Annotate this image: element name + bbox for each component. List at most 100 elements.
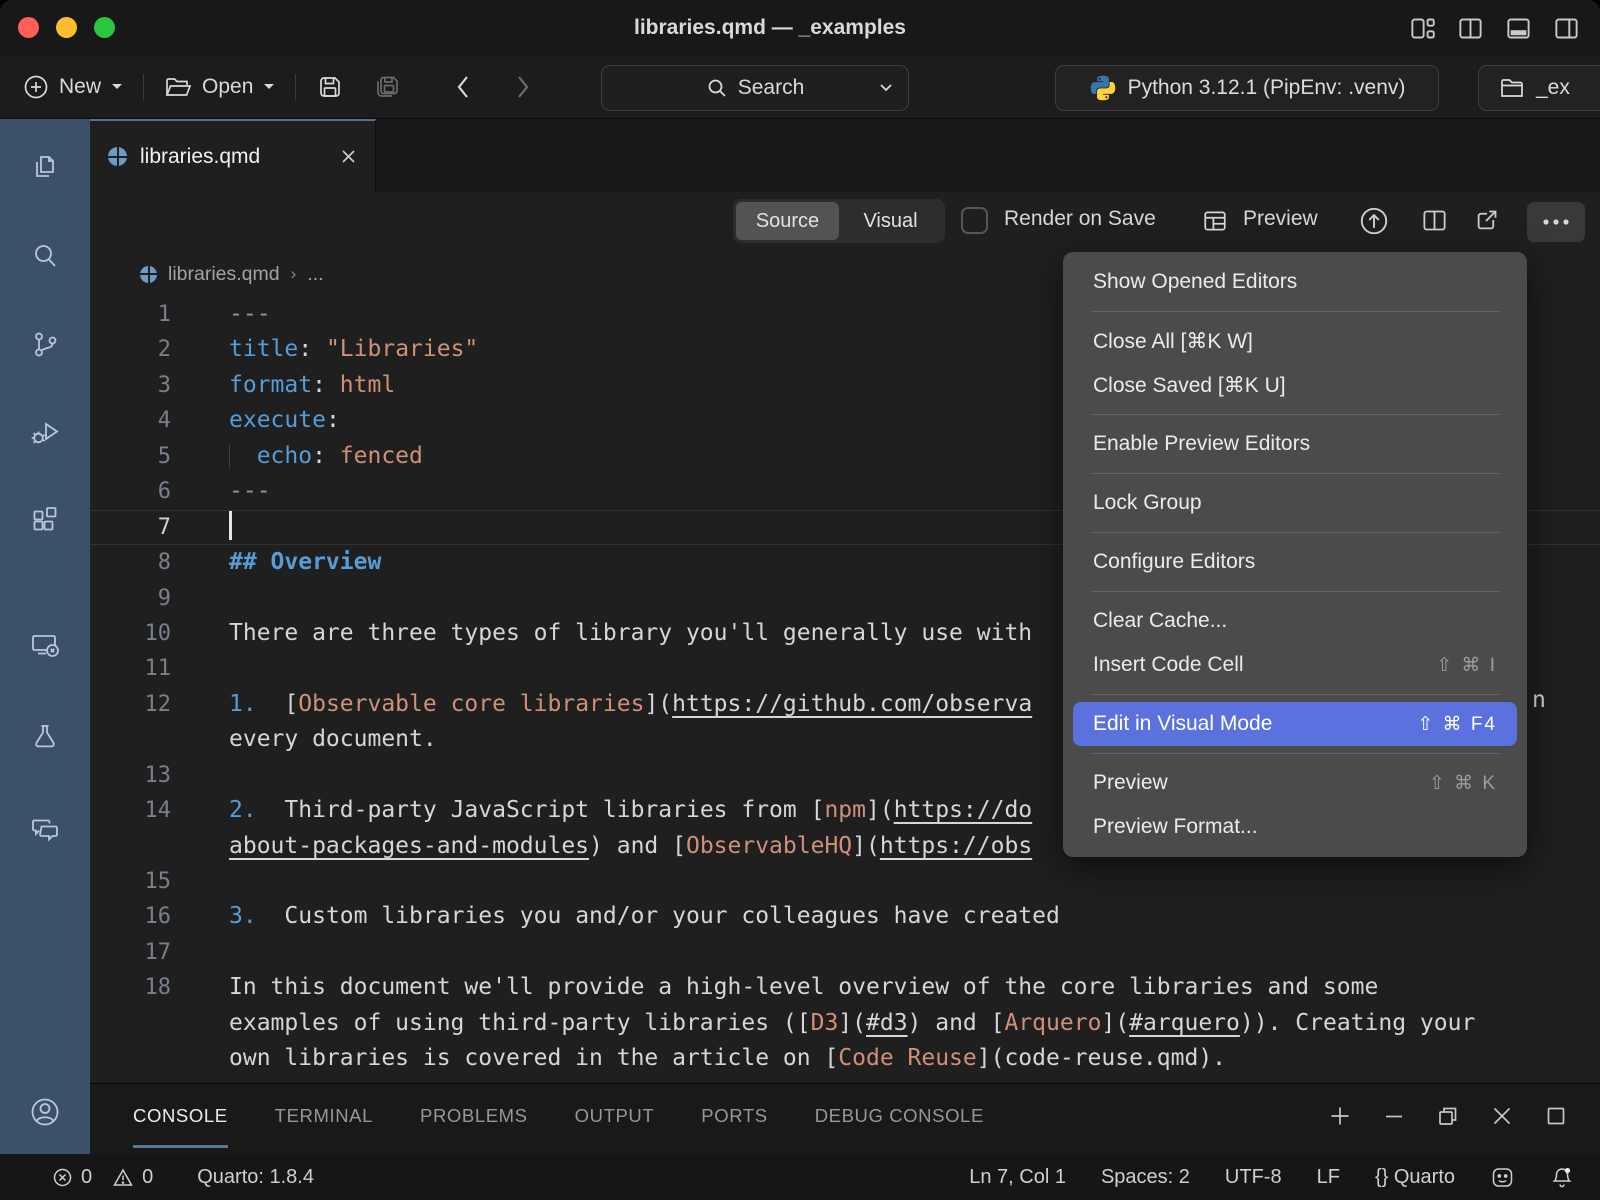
more-actions-button[interactable] <box>1527 202 1585 242</box>
menu-item-label: Show Opened Editors <box>1093 270 1297 294</box>
restore-panel-icon[interactable] <box>1436 1104 1460 1128</box>
line-number: 15 <box>90 864 171 899</box>
preview-doc-icon[interactable] <box>1202 208 1228 234</box>
chevron-down-icon[interactable] <box>878 81 894 93</box>
save-all-button[interactable] <box>371 72 403 102</box>
code-line: 18In this document we'll provide a high-… <box>90 970 1600 1005</box>
zoom-traffic-light[interactable] <box>94 17 115 38</box>
menu-separator <box>1091 532 1499 533</box>
eol-status[interactable]: LF <box>1317 1166 1340 1189</box>
top-toolbar: New Open Search <box>0 56 1600 119</box>
visual-mode-button[interactable]: Visual <box>839 202 942 240</box>
menu-item-clear-cache[interactable]: Clear Cache... <box>1063 599 1527 643</box>
maximize-panel-icon[interactable] <box>1544 1104 1568 1128</box>
error-count: 0 <box>81 1166 92 1189</box>
navigate-back-button[interactable] <box>455 74 471 100</box>
problems-status[interactable]: 0 0 <box>52 1166 153 1189</box>
line-number: 7 <box>90 510 171 545</box>
testing-icon[interactable] <box>30 722 60 752</box>
app-window: libraries.qmd — _examples New Open <box>0 0 1600 1200</box>
tab-libraries-qmd[interactable]: libraries.qmd <box>90 119 376 192</box>
minimize-icon[interactable] <box>1382 1104 1406 1128</box>
panel-tab-ports[interactable]: PORTS <box>701 1084 767 1148</box>
notifications-bell-icon[interactable] <box>1550 1165 1574 1190</box>
menu-item-label: Enable Preview Editors <box>1093 432 1310 456</box>
new-button[interactable]: New <box>22 73 124 101</box>
menu-item-label: Close Saved [⌘K U] <box>1093 373 1286 398</box>
menu-item-configure-editors[interactable]: Configure Editors <box>1063 540 1527 584</box>
open-external-icon[interactable] <box>1473 207 1500 234</box>
menu-item-preview-format[interactable]: Preview Format... <box>1063 805 1527 849</box>
split-editor-icon[interactable] <box>1421 207 1448 234</box>
menu-item-edit-in-visual-mode[interactable]: Edit in Visual Mode⇧ ⌘ F4 <box>1073 702 1517 746</box>
menu-item-enable-preview-editors[interactable]: Enable Preview Editors <box>1063 422 1527 466</box>
toggle-panel-icon[interactable] <box>1505 15 1532 42</box>
encoding-status[interactable]: UTF-8 <box>1225 1166 1282 1189</box>
panel-tab-console[interactable]: CONSOLE <box>133 1084 228 1148</box>
code-line: 17 <box>90 935 1600 970</box>
tab-label: libraries.qmd <box>140 145 260 169</box>
quarto-version-status[interactable]: Quarto: 1.8.4 <box>197 1166 314 1189</box>
menu-item-label: Clear Cache... <box>1093 609 1227 633</box>
code-text: about-packages-and-modules) and [Observa… <box>229 833 1032 859</box>
navigate-forward-button[interactable] <box>515 74 531 100</box>
close-traffic-light[interactable] <box>18 17 39 38</box>
line-number: 13 <box>90 758 171 793</box>
language-mode-label: {} Quarto <box>1375 1166 1455 1189</box>
menu-item-show-opened-editors[interactable]: Show Opened Editors <box>1063 260 1527 304</box>
save-button[interactable] <box>315 72 345 102</box>
interpreter-selector[interactable]: Python 3.12.1 (PipEnv: .venv) <box>1055 65 1439 111</box>
close-panel-icon[interactable] <box>1490 1104 1514 1128</box>
split-editor-icon[interactable] <box>1457 15 1484 42</box>
project-button[interactable]: _ex <box>1478 65 1600 111</box>
encoding-label: UTF-8 <box>1225 1166 1282 1189</box>
explorer-icon[interactable] <box>30 153 60 183</box>
render-circle-arrow-icon[interactable] <box>1357 204 1391 238</box>
menu-item-close-saved-k-u[interactable]: Close Saved [⌘K U] <box>1063 363 1527 407</box>
panel-tab-debug-console[interactable]: DEBUG CONSOLE <box>815 1084 984 1148</box>
quarto-file-icon <box>140 266 157 283</box>
feedback-smiley-icon[interactable] <box>1490 1165 1515 1190</box>
extensions-icon[interactable] <box>30 505 60 535</box>
panel-actions <box>1328 1084 1568 1148</box>
menu-item-label: Lock Group <box>1093 491 1202 515</box>
status-bar: 0 0 Quarto: 1.8.4 Ln 7, Col 1 Spaces: 2 … <box>0 1154 1600 1200</box>
plus-icon[interactable] <box>1328 1104 1352 1128</box>
cursor-position-status[interactable]: Ln 7, Col 1 <box>969 1166 1066 1189</box>
breadcrumb-file[interactable]: libraries.qmd <box>168 263 280 286</box>
global-search-input[interactable]: Search <box>601 65 909 111</box>
toggle-secondary-sidebar-icon[interactable] <box>1553 15 1580 42</box>
menu-item-lock-group[interactable]: Lock Group <box>1063 481 1527 525</box>
account-icon[interactable] <box>28 1095 62 1129</box>
run-debug-icon[interactable] <box>29 417 61 447</box>
menu-item-preview[interactable]: Preview⇧ ⌘ K <box>1063 761 1527 805</box>
breadcrumb-more[interactable]: ... <box>307 263 323 286</box>
line-number: 8 <box>90 545 171 580</box>
preview-button-label[interactable]: Preview <box>1243 207 1318 231</box>
code-text: There are three types of library you'll … <box>229 620 1032 646</box>
search-icon[interactable] <box>30 241 60 271</box>
language-mode-status[interactable]: {} Quarto <box>1375 1166 1455 1189</box>
menu-item-close-all-k-w[interactable]: Close All [⌘K W] <box>1063 319 1527 363</box>
menu-item-insert-code-cell[interactable]: Insert Code Cell⇧ ⌘ I <box>1063 643 1527 687</box>
source-mode-button[interactable]: Source <box>736 202 839 240</box>
open-button[interactable]: Open <box>163 73 276 101</box>
save-icon <box>315 72 345 102</box>
panel-tab-output[interactable]: OUTPUT <box>575 1084 655 1148</box>
comments-icon[interactable] <box>29 814 61 844</box>
line-number: 2 <box>90 332 171 367</box>
indentation-status[interactable]: Spaces: 2 <box>1101 1166 1190 1189</box>
source-control-icon[interactable] <box>30 329 60 359</box>
render-on-save-checkbox[interactable] <box>961 207 988 234</box>
menu-item-shortcut: ⇧ ⌘ F4 <box>1417 713 1497 736</box>
close-tab-icon[interactable] <box>340 148 357 165</box>
remote-sessions-icon[interactable] <box>29 630 61 660</box>
panel-tab-problems[interactable]: PROBLEMS <box>420 1084 528 1148</box>
toolbar-divider <box>143 74 144 101</box>
menu-separator <box>1091 414 1499 415</box>
panel-tab-terminal[interactable]: TERMINAL <box>275 1084 373 1148</box>
menu-separator <box>1091 753 1499 754</box>
minimize-traffic-light[interactable] <box>56 17 77 38</box>
customize-layout-icon[interactable] <box>1409 15 1436 42</box>
source-visual-toggle: Source Visual <box>733 199 945 243</box>
